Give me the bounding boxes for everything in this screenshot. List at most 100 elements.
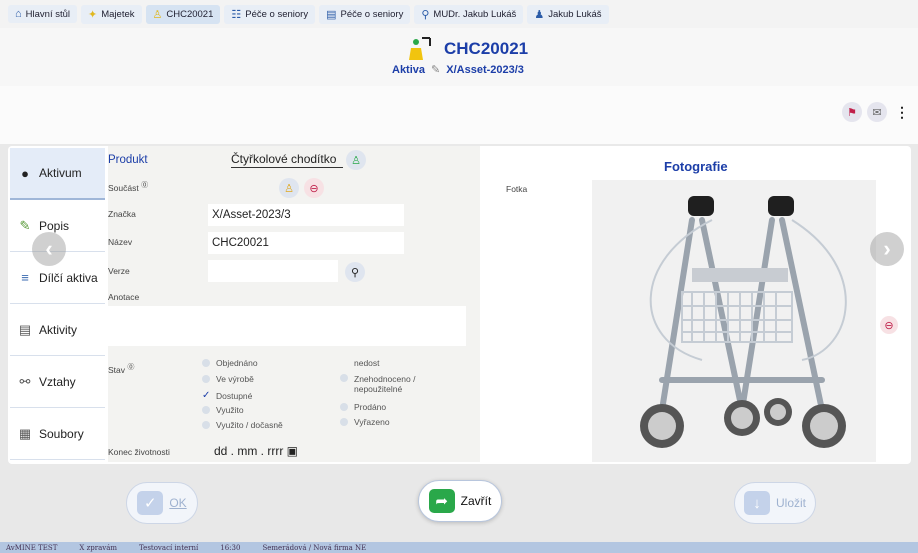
konec-label: Konec životnosti: [108, 447, 170, 457]
tab-vztahy[interactable]: ⚯ Vztahy: [10, 356, 105, 408]
remove-photo-icon[interactable]: ⊖: [880, 316, 898, 334]
person-role-icon: ♟: [534, 8, 545, 21]
calendar-icon: ▣: [286, 444, 299, 458]
asset-icon: ✦: [88, 8, 98, 21]
breadcrumb-label: Péče o seniory: [340, 8, 404, 20]
radio-icon: [202, 421, 210, 429]
tab-label: Popis: [39, 218, 70, 233]
breadcrumb-label: Jakub Lukáš: [548, 8, 602, 20]
search-icon[interactable]: ⚲: [345, 262, 365, 282]
photo-title: Fotografie: [664, 159, 728, 174]
verze-field[interactable]: [208, 260, 338, 282]
radio-icon: [340, 403, 348, 411]
breadcrumb-org[interactable]: ☷ Péče o seniory: [224, 4, 316, 24]
stav-label: Stav ⓪: [108, 363, 135, 375]
home-icon: ⌂: [15, 8, 22, 20]
db-check-icon: ✓: [137, 491, 164, 515]
stav-option[interactable]: nedost: [340, 358, 380, 368]
prev-arrow-icon[interactable]: ‹: [32, 232, 66, 266]
help-icon[interactable]: ⓪: [141, 181, 148, 189]
radio-icon: [202, 406, 210, 414]
walker-icon: [409, 37, 431, 60]
ok-button[interactable]: ✓ OK: [126, 482, 198, 524]
tab-list: ● Aktivum ✎ Popis ≡ Dílčí aktiva ▤ Aktivity …: [10, 148, 105, 460]
walker-icon[interactable]: ♙: [346, 150, 366, 170]
breadcrumb-home[interactable]: ⌂ Hlavní stůl: [8, 5, 78, 23]
status-label: Aktiva: [392, 63, 426, 76]
stav-option[interactable]: Vyřazeno: [340, 417, 390, 427]
walker-photo: [640, 196, 847, 448]
tab-label: Aktivum: [39, 166, 82, 180]
relations-icon: ⚯: [19, 373, 31, 389]
tab-label: Dílčí aktiva: [39, 270, 98, 285]
list-icon: ▤: [18, 321, 32, 337]
person-icon: ⚲: [421, 8, 430, 21]
close-button[interactable]: ➦ Zavřít: [418, 480, 502, 522]
save-button[interactable]: ↓ Uložit: [734, 482, 816, 524]
stav-option[interactable]: Objednáno: [202, 358, 258, 368]
stav-option[interactable]: Využito / dočasně: [202, 420, 283, 430]
stav-option[interactable]: ✓ Dostupné: [202, 390, 252, 401]
action-icons: ⚑ ✉ ⋮: [842, 102, 912, 122]
breadcrumb-label: MUDr. Jakub Lukáš: [433, 8, 517, 20]
radio-icon: [202, 359, 210, 367]
breadcrumb-label: Hlavní stůl: [25, 8, 71, 20]
walker-icon: ♙: [152, 8, 163, 21]
date-field[interactable]: dd . mm . rrrr ▣: [214, 444, 298, 458]
next-arrow-icon[interactable]: ›: [870, 232, 904, 266]
breadcrumb-person[interactable]: ⚲ MUDr. Jakub Lukáš: [414, 4, 524, 24]
tab-aktivity[interactable]: ▤ Aktivity: [10, 304, 105, 356]
anotace-field[interactable]: [108, 306, 466, 346]
org-icon: ☷: [231, 8, 242, 21]
exit-icon: ➦: [428, 489, 455, 513]
tab-label: Vztahy: [39, 374, 76, 389]
breadcrumb-label: Péče o seniory: [245, 8, 309, 20]
walker-select-icon[interactable]: ♙: [279, 178, 299, 198]
produkt-field[interactable]: Čtyřkolové chodítko: [231, 152, 343, 168]
stav-option[interactable]: Využito: [202, 405, 244, 415]
radio-icon: [340, 418, 348, 426]
breadcrumb-majetek[interactable]: ✦ Majetek: [81, 4, 142, 24]
tag-icon: ✎: [431, 64, 441, 76]
save-label: Uložit: [775, 496, 806, 510]
tab-label: Aktivity: [39, 322, 78, 337]
help-icon[interactable]: ⓪: [127, 363, 134, 371]
more-icon[interactable]: ⋮: [892, 102, 912, 122]
status-app: AvMINE TEST: [6, 543, 58, 552]
status-messages[interactable]: X zpravám: [79, 544, 117, 552]
breadcrumb-org-table[interactable]: ▤ Péče o seniory: [319, 4, 411, 24]
status-env: Testovací interní: [139, 543, 199, 552]
breadcrumb-asset[interactable]: ♙ CHC20021: [145, 4, 221, 24]
znacka-label: Značka: [108, 209, 136, 219]
db-save-icon: ↓: [743, 491, 770, 515]
tab-soubory[interactable]: ▦ Soubory: [10, 408, 105, 460]
stav-option[interactable]: Prodáno: [340, 402, 386, 412]
znacka-field[interactable]: X/Asset-2023/3: [208, 204, 404, 226]
edit-icon: ✎: [19, 217, 31, 233]
radio-icon: [202, 375, 210, 383]
produkt-label: Produkt: [108, 154, 148, 166]
tab-aktivum[interactable]: ● Aktivum: [10, 148, 105, 200]
stav-option[interactable]: Znehodnoceno / nepoužitelné: [340, 374, 440, 394]
toolbar-band: [0, 86, 918, 144]
asset-code: X/Asset-2023/3: [446, 63, 524, 76]
stav-option[interactable]: Ve výrobě: [202, 374, 254, 384]
dot-icon: ●: [21, 165, 29, 181]
asset-form: Produkt Čtyřkolové chodítko ♙ Součást ⓪ …: [108, 146, 480, 462]
comment-icon[interactable]: ✉: [867, 102, 887, 122]
asset-photo: [592, 180, 876, 462]
page-title: CHC20021: [444, 39, 529, 58]
verze-label: Verze: [108, 266, 130, 276]
fotka-label: Fotka: [506, 184, 528, 194]
subitems-icon: ≡: [21, 270, 29, 285]
nazev-field[interactable]: CHC20021: [208, 232, 404, 254]
page-header: CHC20021 Aktiva ✎ X/Asset-2023/3: [0, 28, 918, 86]
tab-label: Soubory: [39, 426, 84, 441]
breadcrumb-person-role[interactable]: ♟ Jakub Lukáš: [527, 4, 609, 24]
radio-icon: [340, 374, 348, 382]
flag-icon[interactable]: ⚑: [842, 102, 862, 122]
breadcrumb-label: CHC20021: [166, 8, 214, 20]
remove-icon[interactable]: ⊖: [304, 178, 324, 198]
table-icon: ▤: [326, 8, 337, 21]
breadcrumb: ⌂ Hlavní stůl ✦ Majetek ♙ CHC20021 ☷ Péče o …: [0, 0, 918, 28]
